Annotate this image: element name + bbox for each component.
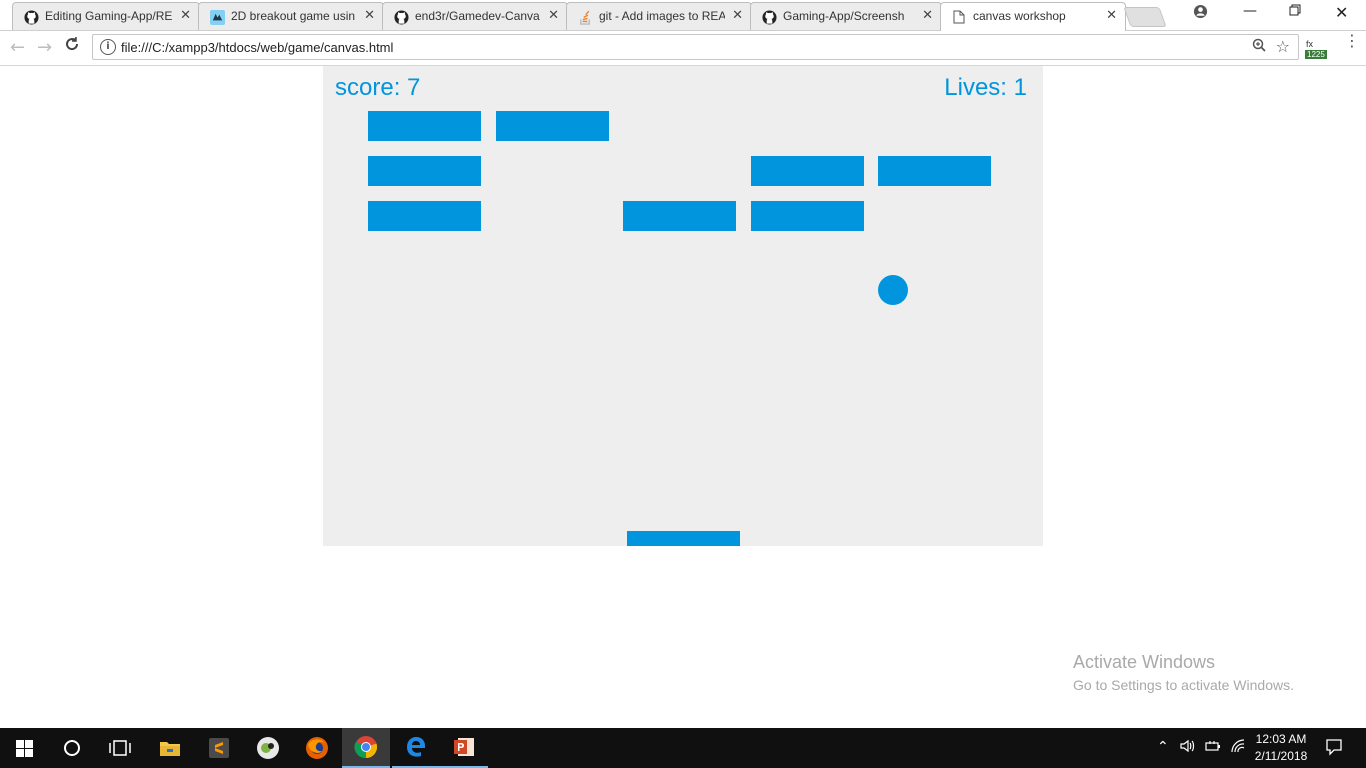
tab-close-icon[interactable]: ✕ [548,8,559,23]
tab-title: end3r/Gamedev-Canva [415,9,540,23]
chevron-up-icon[interactable]: ⌃ [1157,739,1169,755]
stackoverflow-icon [577,9,593,25]
system-clock[interactable]: 12:03 AM 2/11/2018 [1248,731,1314,765]
volume-icon[interactable] [1180,739,1196,757]
brick [495,111,609,141]
tab-gamedev-canvas[interactable]: end3r/Gamedev-Canva ✕ [382,2,568,30]
github-icon [23,9,39,25]
tab-close-icon[interactable]: ✕ [732,8,743,23]
activate-windows-title: Activate Windows [1073,652,1216,672]
tab-close-icon[interactable]: ✕ [364,8,375,23]
brick [368,111,481,141]
profile-icon[interactable] [1193,4,1208,23]
tab-close-icon[interactable]: ✕ [180,8,191,23]
edge-icon[interactable] [392,728,440,768]
reload-icon[interactable] [64,36,80,57]
mdn-icon [209,9,225,25]
power-icon[interactable] [1205,739,1221,757]
sublime-text-icon[interactable] [195,728,243,768]
github-icon [393,9,409,25]
brick [368,156,481,186]
tab-title: Gaming-App/Screensh [783,9,905,23]
tab-title: 2D breakout game usin [231,9,356,23]
minimize-icon[interactable]: — [1243,3,1257,19]
url-text: file:///C:/xampp3/htdocs/web/game/canvas… [121,40,394,55]
bookmark-star-icon[interactable]: ☆ [1276,37,1290,56]
back-icon[interactable]: ← [10,37,25,58]
brick [750,201,864,231]
clock-time: 12:03 AM [1255,732,1307,746]
tab-canvas-workshop[interactable]: canvas workshop ✕ [940,2,1126,31]
wifi-icon[interactable] [1230,739,1246,757]
forward-icon[interactable]: → [37,37,52,58]
tab-title: Editing Gaming-App/RE [45,9,173,23]
address-bar[interactable]: i file:///C:/xampp3/htdocs/web/game/canv… [92,34,1299,60]
activate-windows-subtitle: Go to Settings to activate Windows. [1073,677,1294,693]
task-view-icon[interactable] [96,728,144,768]
paddle[interactable] [627,531,740,546]
tab-screenshots[interactable]: Gaming-App/Screensh ✕ [750,2,942,30]
info-icon[interactable]: i [100,39,116,55]
tab-close-icon[interactable]: ✕ [1106,8,1117,23]
tab-title: git - Add images to REA [599,9,725,23]
close-window-icon[interactable]: ✕ [1335,3,1348,22]
clock-date: 2/11/2018 [1254,749,1308,763]
brick [750,156,864,186]
ball [878,275,908,305]
lives-display: Lives: 1 [944,74,1027,101]
brick [368,201,481,231]
tab-close-icon[interactable]: ✕ [922,8,933,23]
tab-title: canvas workshop [973,9,1066,23]
github-icon [761,9,777,25]
chrome-menu-icon[interactable]: ⋮ [1344,33,1360,49]
tab-stackoverflow[interactable]: git - Add images to REA ✕ [566,2,752,30]
tab-editing-readme[interactable]: Editing Gaming-App/RE ✕ [12,2,200,30]
firefox-icon[interactable] [293,728,341,768]
game-canvas[interactable]: score: 7 Lives: 1 [323,66,1043,546]
taskbar: ⌃ 12:03 AM 2/11/2018 [0,728,1366,768]
search-icon[interactable] [48,728,96,768]
browser-toolbar: ← → i file:///C:/xampp3/htdocs/web/game/… [0,31,1366,66]
tab-breakout-tutorial[interactable]: 2D breakout game usin ✕ [198,2,384,30]
brick [623,201,736,231]
new-tab-button[interactable] [1123,7,1167,27]
start-icon[interactable] [0,728,48,768]
extension-badge: 1225 [1305,50,1327,59]
file-explorer-icon[interactable] [146,728,194,768]
brick [878,156,991,186]
extension-icon[interactable]: fx 1225 [1304,39,1328,61]
page-icon [951,9,967,25]
tab-strip: Editing Gaming-App/RE ✕ 2D breakout game… [0,0,1366,31]
app-icon[interactable] [244,728,292,768]
chrome-icon[interactable] [342,728,390,768]
zoom-icon[interactable] [1252,38,1266,56]
notifications-icon[interactable] [1325,738,1343,760]
extension-label: fx [1306,39,1314,49]
score-display: score: 7 [335,74,421,101]
powerpoint-icon[interactable] [440,728,488,768]
restore-icon[interactable] [1289,4,1301,20]
